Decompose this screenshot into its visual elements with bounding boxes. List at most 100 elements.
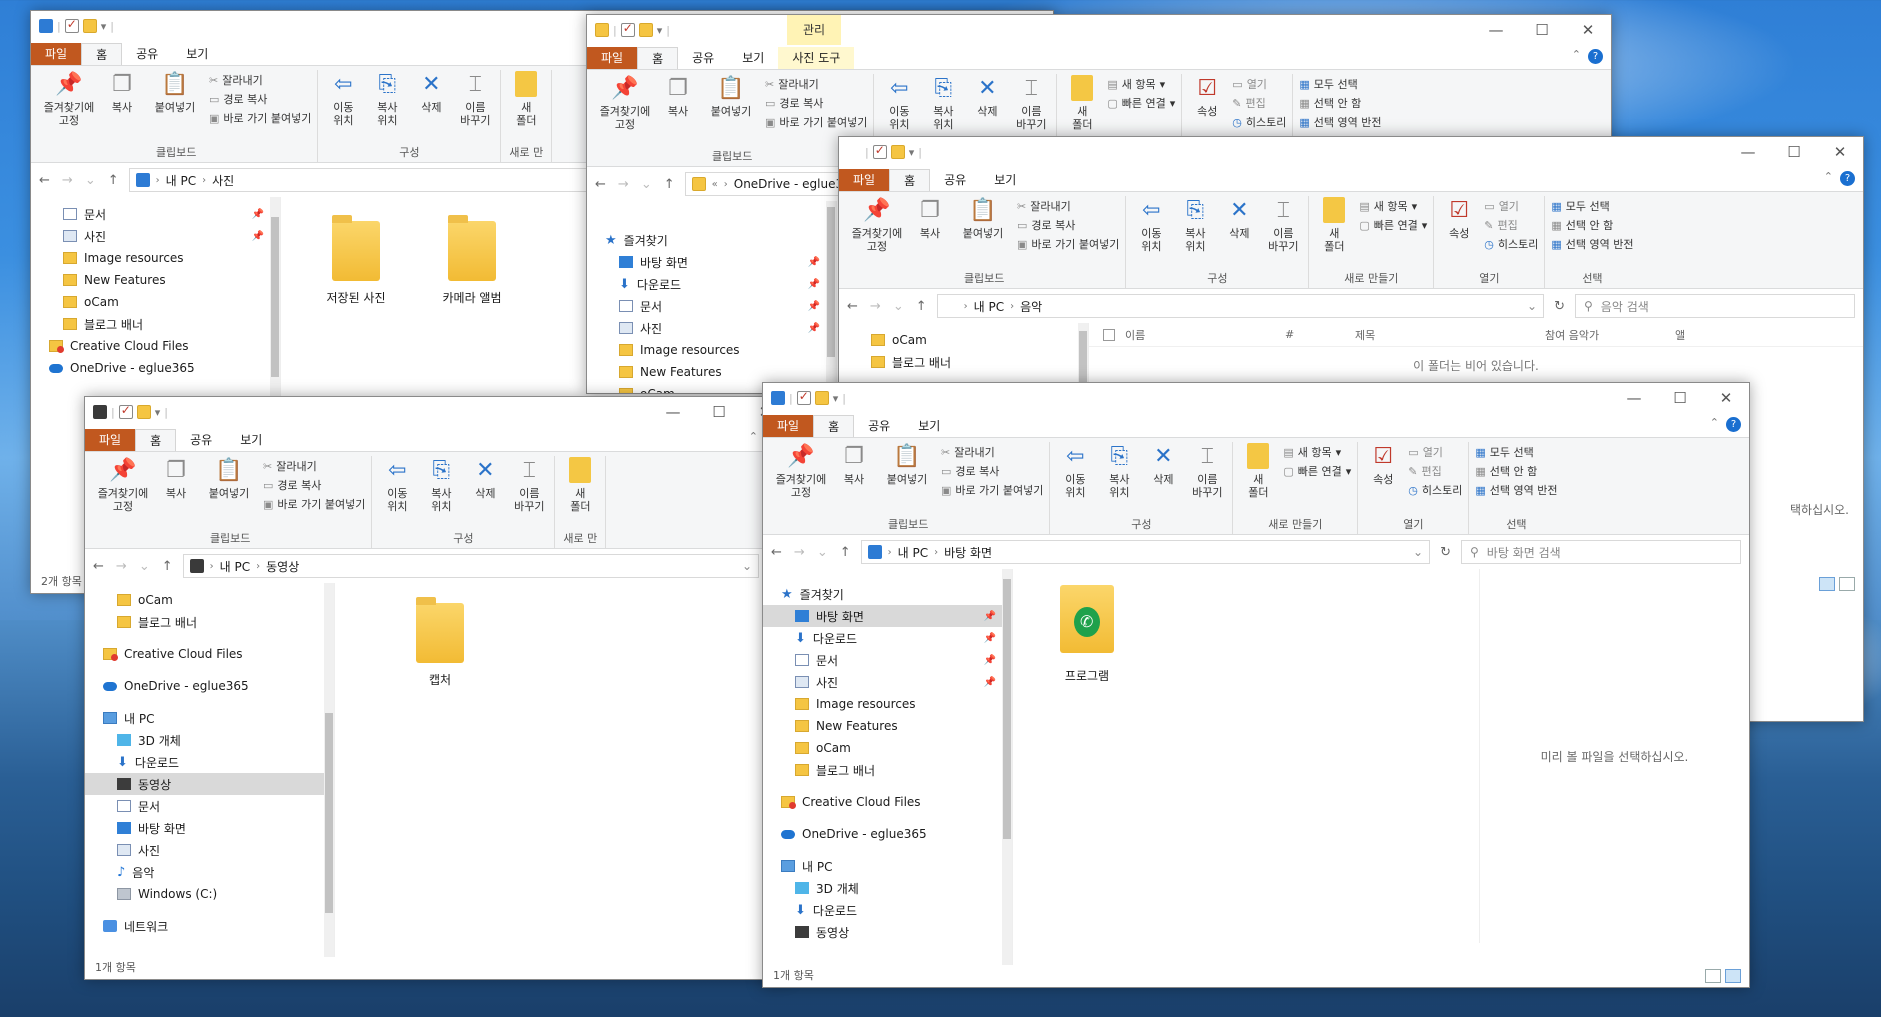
tab-view[interactable]: 보기: [226, 429, 276, 451]
paste-shortcut-button[interactable]: ▣ 바로 가기 붙여넣기: [941, 482, 1043, 498]
file-list[interactable]: 프로그램 미리 볼 파일을 선택하십시오.: [1013, 569, 1749, 965]
rename-button[interactable]: ⌶ 이름 바꾸기: [456, 70, 494, 144]
easy-access-button[interactable]: ▢ 빠른 연결 ▾: [1107, 95, 1175, 111]
customize-dropdown-icon[interactable]: ▾: [833, 392, 839, 405]
recent-dropdown-icon[interactable]: ⌄: [817, 545, 828, 560]
nav-item[interactable]: New Features: [587, 361, 836, 383]
breadcrumb-item[interactable]: 내 PC: [220, 558, 250, 575]
forward-arrow-icon[interactable]: →: [62, 173, 73, 188]
large-icons-view-icon[interactable]: [1839, 577, 1855, 591]
paste-shortcut-button[interactable]: ▣ 바로 가기 붙여넣기: [765, 114, 867, 130]
move-to-button[interactable]: ⇦ 이동 위치: [324, 70, 362, 144]
easy-access-button[interactable]: ▢ 빠른 연결 ▾: [1283, 463, 1351, 479]
up-arrow-icon[interactable]: ↑: [108, 173, 119, 188]
customize-dropdown-icon[interactable]: ▾: [657, 24, 663, 37]
maximize-button[interactable]: ☐: [696, 397, 742, 427]
nav-item[interactable]: oCam: [85, 589, 334, 611]
chevron-right-icon[interactable]: ›: [256, 561, 260, 572]
nav-item[interactable]: 네트워크: [85, 915, 334, 937]
pin-icon[interactable]: 📌: [984, 655, 996, 666]
move-to-button[interactable]: ⇦ 이동 위치: [378, 456, 416, 530]
pin-icon[interactable]: 📌: [808, 279, 820, 290]
collapse-ribbon-icon[interactable]: ⌃: [1710, 416, 1719, 429]
details-view-icon[interactable]: [1819, 577, 1835, 591]
column-header[interactable]: 제목: [1355, 327, 1535, 343]
tab-view[interactable]: 보기: [904, 415, 954, 437]
copy-button[interactable]: ❐ 복사: [835, 442, 873, 516]
nav-item[interactable]: 바탕 화면 📌: [763, 605, 1012, 627]
up-arrow-icon[interactable]: ↑: [664, 177, 675, 192]
address-dropdown-icon[interactable]: ⌄: [1413, 545, 1423, 559]
new-folder-quick-icon[interactable]: [136, 405, 151, 419]
tab-view[interactable]: 보기: [172, 43, 222, 65]
edit-button[interactable]: ✎ 편집: [1408, 463, 1462, 479]
nav-item[interactable]: oCam: [31, 291, 280, 313]
chevron-right-icon[interactable]: ›: [964, 301, 968, 312]
tab-home[interactable]: 홈: [637, 47, 679, 69]
refresh-icon[interactable]: ↻: [1440, 545, 1451, 560]
forward-arrow-icon[interactable]: →: [794, 545, 805, 560]
nav-item[interactable]: 3D 개체: [85, 729, 334, 751]
select-all-button[interactable]: ▦ 모두 선택: [1551, 198, 1633, 214]
copy-button[interactable]: ❐ 복사: [911, 196, 949, 270]
address-bar[interactable]: › 내 PC › 동영상 ⌄: [182, 554, 760, 578]
recent-dropdown-icon[interactable]: ⌄: [139, 559, 150, 574]
navigation-pane[interactable]: ★ 즐겨찾기 바탕 화면 📌 ⬇ 다운로드 📌 문서 📌 사진 📌 Image resources Ne…: [763, 569, 1013, 967]
paste-button[interactable]: 📋 붙여넣기: [879, 442, 935, 516]
paste-button[interactable]: 📋 붙여넣기: [147, 70, 203, 144]
column-header[interactable]: 참여 음악가: [1545, 327, 1665, 343]
nav-item[interactable]: Windows (C:): [85, 883, 334, 905]
nav-item[interactable]: Image resources: [31, 247, 280, 269]
tab-share[interactable]: 공유: [176, 429, 226, 451]
tab-share[interactable]: 공유: [930, 169, 980, 191]
pin-icon[interactable]: 📌: [808, 301, 820, 312]
tab-share[interactable]: 공유: [122, 43, 172, 65]
title-bar[interactable]: | ▾ | — ☐ ✕: [763, 383, 1749, 413]
address-dropdown-icon[interactable]: ⌄: [1527, 299, 1537, 313]
nav-item[interactable]: Creative Cloud Files: [31, 335, 280, 357]
copy-to-button[interactable]: ⎘ 복사 위치: [368, 70, 406, 144]
chevron-right-icon[interactable]: ›: [934, 547, 938, 558]
nav-item[interactable]: Image resources: [763, 693, 1012, 715]
copy-to-button[interactable]: ⎘ 복사 위치: [1176, 196, 1214, 270]
pin-quick-access-button[interactable]: 📌 즐겨찾기에 고정: [95, 456, 151, 530]
nav-item[interactable]: OneDrive - eglue365: [85, 675, 334, 697]
rename-button[interactable]: ⌶ 이름 바꾸기: [1264, 196, 1302, 270]
new-item-button[interactable]: ▤ 새 항목 ▾: [1359, 198, 1427, 214]
nav-item[interactable]: 문서 📌: [31, 203, 280, 225]
up-arrow-icon[interactable]: ↑: [916, 299, 927, 314]
nav-item[interactable]: oCam: [839, 329, 1088, 351]
tab-view[interactable]: 보기: [728, 47, 778, 69]
folder-item[interactable]: 저장된 사진: [311, 215, 401, 306]
edit-button[interactable]: ✎ 편집: [1484, 217, 1538, 233]
select-all-button[interactable]: ▦ 모두 선택: [1299, 76, 1381, 92]
title-bar[interactable]: | ▾ | — ☐ ✕: [85, 397, 788, 427]
tab-file[interactable]: 파일: [85, 429, 136, 451]
pin-icon[interactable]: 📌: [984, 611, 996, 622]
new-item-button[interactable]: ▤ 새 항목 ▾: [1107, 76, 1175, 92]
minimize-button[interactable]: —: [1473, 15, 1519, 45]
pin-quick-access-button[interactable]: 📌 즐겨찾기에 고정: [597, 74, 653, 148]
tab-home[interactable]: 홈: [135, 429, 177, 451]
delete-button[interactable]: ✕ 삭제: [466, 456, 504, 530]
nav-item[interactable]: 사진 📌: [587, 317, 836, 339]
new-folder-button[interactable]: 새 폴더: [507, 70, 545, 144]
file-list[interactable]: 캡처: [335, 583, 788, 957]
invert-selection-button[interactable]: ▦ 선택 영역 반전: [1475, 482, 1557, 498]
customize-dropdown-icon[interactable]: ▾: [155, 406, 161, 419]
recent-dropdown-icon[interactable]: ⌄: [85, 173, 96, 188]
properties-quick-icon[interactable]: [64, 17, 79, 33]
address-dropdown-icon[interactable]: ⌄: [742, 559, 752, 573]
open-button[interactable]: ▭ 열기: [1408, 444, 1462, 460]
delete-button[interactable]: ✕ 삭제: [412, 70, 450, 144]
address-bar[interactable]: › 내 PC › 바탕 화면 ⌄: [860, 540, 1431, 564]
nav-item[interactable]: 문서 📌: [587, 295, 836, 317]
properties-button[interactable]: ☑ 속성: [1364, 442, 1402, 516]
nav-item[interactable]: Creative Cloud Files: [85, 643, 334, 665]
breadcrumb-item[interactable]: 동영상: [266, 558, 299, 575]
properties-quick-icon[interactable]: [796, 389, 811, 405]
new-folder-button[interactable]: 새 폴더: [1315, 196, 1353, 270]
move-to-button[interactable]: ⇦ 이동 위치: [1056, 442, 1094, 516]
breadcrumb-item[interactable]: 사진: [212, 172, 234, 189]
select-all-button[interactable]: ▦ 모두 선택: [1475, 444, 1557, 460]
